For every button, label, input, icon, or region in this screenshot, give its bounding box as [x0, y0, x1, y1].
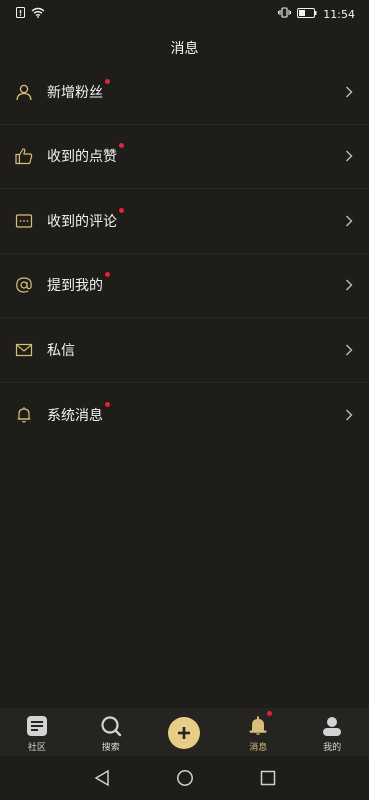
chevron-right-icon — [343, 149, 355, 163]
bottom-tab-bar: 社区 搜索 消息 我的 — [0, 708, 369, 756]
notification-dot — [267, 711, 273, 716]
menu-item-text: 私信 — [47, 342, 75, 359]
profile-icon — [320, 715, 344, 737]
chevron-right-icon — [343, 343, 355, 357]
community-icon — [25, 715, 49, 737]
notification-dot — [105, 272, 110, 278]
bell-icon — [14, 405, 34, 425]
person-icon — [14, 82, 34, 102]
chevron-right-icon — [343, 278, 355, 292]
search-icon — [99, 715, 123, 737]
system-nav-bar — [0, 756, 369, 800]
status-bar: 11:54 — [0, 0, 369, 28]
menu-item-system-messages[interactable]: 系统消息 — [0, 383, 369, 448]
bell-icon — [246, 715, 270, 737]
menu-item-new-followers[interactable]: 新增粉丝 — [0, 60, 369, 125]
chevron-right-icon — [343, 85, 355, 99]
sim-icon — [16, 7, 25, 21]
menu-item-label: 提到我的 — [47, 272, 110, 295]
menu-item-text: 新增粉丝 — [47, 84, 103, 101]
menu-item-text: 系统消息 — [47, 407, 103, 424]
chevron-right-icon — [343, 408, 355, 422]
status-left — [16, 7, 45, 21]
notification-dot — [105, 78, 110, 84]
menu-item-comments[interactable]: 收到的评论 — [0, 189, 369, 254]
tab-create[interactable] — [148, 708, 222, 756]
menu-item-private-messages[interactable]: 私信 — [0, 318, 369, 383]
tab-messages[interactable]: 消息 — [221, 708, 295, 756]
thumbs-up-icon — [14, 146, 34, 166]
page-title: 消息 — [170, 41, 199, 57]
at-icon — [14, 275, 34, 295]
message-menu: 新增粉丝 收到的点赞 收到的评论 提到我的 私信 系统消息 — [0, 60, 369, 447]
mail-icon — [14, 340, 34, 360]
status-right: 11:54 — [278, 7, 355, 21]
notification-dot — [119, 207, 124, 213]
battery-icon — [297, 7, 317, 21]
tab-label: 消息 — [249, 743, 268, 753]
menu-item-label: 收到的评论 — [47, 207, 124, 231]
menu-item-mentions[interactable]: 提到我的 — [0, 254, 369, 318]
menu-item-label: 系统消息 — [47, 401, 110, 425]
menu-item-likes[interactable]: 收到的点赞 — [0, 125, 369, 189]
comment-icon — [14, 211, 34, 231]
menu-item-label: 私信 — [47, 340, 75, 360]
wifi-icon — [31, 7, 45, 21]
plus-icon — [168, 717, 201, 749]
tab-profile[interactable]: 我的 — [295, 708, 369, 756]
menu-item-label: 收到的点赞 — [47, 143, 124, 166]
tab-community[interactable]: 社区 — [0, 708, 74, 756]
recents-square-icon[interactable] — [257, 767, 279, 789]
tab-label: 我的 — [323, 743, 342, 753]
tab-label: 社区 — [27, 743, 46, 753]
vibrate-icon — [278, 7, 292, 21]
notification-dot — [119, 143, 124, 149]
back-triangle-icon[interactable] — [91, 767, 113, 789]
menu-item-text: 收到的评论 — [47, 213, 117, 230]
menu-item-label: 新增粉丝 — [47, 78, 110, 102]
tab-search[interactable]: 搜索 — [74, 708, 148, 756]
menu-item-text: 收到的点赞 — [47, 149, 117, 166]
chevron-right-icon — [343, 214, 355, 228]
screen: 11:54 消息 新增粉丝 收到的点赞 收到的评论 提到我的 私信 系统消息 社… — [0, 0, 369, 800]
menu-item-text: 提到我的 — [47, 278, 103, 295]
home-circle-icon[interactable] — [174, 767, 196, 789]
notification-dot — [105, 401, 110, 407]
status-time: 11:54 — [323, 7, 355, 21]
tab-label: 搜索 — [101, 743, 120, 753]
